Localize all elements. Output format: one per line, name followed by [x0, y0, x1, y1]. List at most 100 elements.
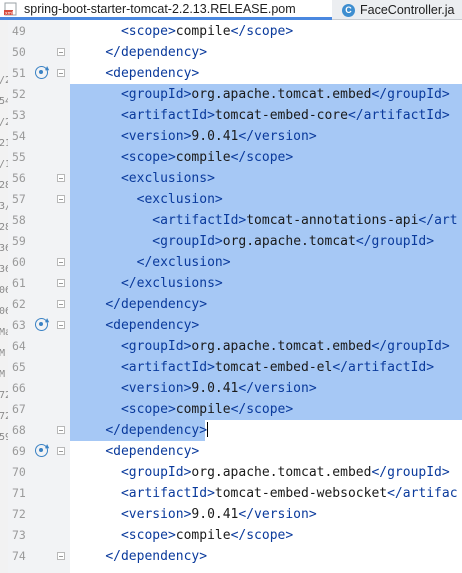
xml-tag-token: >: [191, 66, 200, 81]
code-editor[interactable]: <scope>compile</scope> </dependency> <depe…: [70, 20, 462, 573]
override-marker-icon[interactable]: ▲: [35, 316, 49, 331]
code-line[interactable]: <artifactId>tomcat-embed-core</artifactI…: [70, 105, 462, 126]
code-line[interactable]: <version>9.0.41</version>: [70, 378, 462, 399]
xml-tag-token: </: [355, 234, 372, 249]
line-number: 70: [12, 465, 26, 479]
fold-toggle-icon[interactable]: [57, 321, 65, 329]
fold-toggle-icon[interactable]: [57, 174, 65, 182]
code-line[interactable]: <artifactId>tomcat-embed-websocket</arti…: [70, 483, 462, 504]
gutter-row: 71: [8, 483, 70, 504]
xml-tag-token: groupId: [371, 234, 427, 249]
gutter-row: 57: [8, 189, 70, 210]
line-number: 54: [12, 129, 26, 143]
code-line[interactable]: <version>9.0.41</version>: [70, 126, 462, 147]
code-line[interactable]: <scope>compile</scope>: [70, 21, 462, 42]
tab-pom-file[interactable]: xml spring-boot-starter-tomcat-2.2.13.RE…: [0, 0, 332, 20]
xml-text-token: tomcat-embed-core: [214, 108, 348, 123]
code-line[interactable]: <scope>compile</scope>: [70, 525, 462, 546]
xml-tag-token: >: [308, 381, 317, 396]
code-line[interactable]: <dependency>: [70, 441, 462, 462]
xml-tag-token: >: [207, 360, 215, 375]
xml-tag-token: </: [371, 87, 388, 102]
fold-toggle-icon[interactable]: [57, 195, 65, 203]
xml-tag-token: >: [207, 171, 215, 186]
tab-face-controller[interactable]: C FaceController.ja: [336, 0, 462, 20]
xml-tag-token: groupId: [387, 339, 442, 354]
xml-tag-token: <: [120, 465, 129, 480]
xml-tag-token: scope: [128, 402, 168, 417]
gutter-row: 59: [8, 231, 70, 252]
xml-tag-token: artifactId: [128, 360, 208, 375]
xml-tag-token: art: [434, 213, 458, 228]
xml-tag-token: <: [120, 381, 129, 396]
xml-tag-token: <: [105, 318, 114, 333]
code-line[interactable]: <version>9.0.41</version>: [70, 504, 462, 525]
xml-tag-token: dependency: [113, 444, 192, 459]
fold-toggle-icon[interactable]: [57, 552, 65, 560]
code-line[interactable]: <groupId>org.apache.tomcat.embed</groupI…: [70, 336, 462, 357]
left-panel-fragment-text: 36: [0, 264, 8, 275]
code-line[interactable]: <dependency>: [70, 315, 462, 336]
xml-tag-token: dependency: [120, 297, 200, 312]
line-number: 67: [12, 402, 26, 416]
left-panel-fragment-text: 06: [0, 306, 8, 317]
code-line[interactable]: <dependency>: [70, 63, 462, 84]
xml-tag-token: scope: [246, 402, 286, 417]
xml-tag-token: >: [426, 360, 435, 375]
code-line[interactable]: </exclusions>: [70, 273, 462, 294]
code-text: </dependency>: [105, 42, 207, 63]
xml-tag-token: exclusion: [152, 255, 223, 270]
code-text: <dependency>: [105, 315, 199, 336]
code-line[interactable]: <groupId>org.apache.tomcat.embed</groupI…: [70, 84, 462, 105]
xml-tag-token: >: [199, 423, 208, 438]
fold-toggle-icon[interactable]: [57, 279, 65, 287]
line-number: 59: [12, 234, 26, 248]
left-panel-fragment-text: /1: [0, 159, 8, 170]
code-line[interactable]: </exclusion>: [70, 252, 462, 273]
xml-tag-token: <: [152, 234, 161, 249]
xml-text-token: 9.0.41: [191, 381, 239, 396]
code-line[interactable]: <groupId>org.apache.tomcat.embed</groupI…: [70, 462, 462, 483]
xml-tag-token: >: [214, 276, 223, 291]
code-line[interactable]: <scope>compile</scope>: [70, 147, 462, 168]
override-marker-icon[interactable]: ▲: [35, 64, 49, 79]
xml-tag-token: scope: [246, 150, 286, 165]
code-line[interactable]: </dependency>: [70, 546, 462, 567]
line-number: 61: [12, 276, 26, 290]
gutter-row: 64: [8, 336, 70, 357]
tab-face-controller-label: FaceController.ja: [360, 3, 455, 17]
fold-toggle-icon[interactable]: [57, 447, 65, 455]
xml-tag-token: </: [371, 465, 388, 480]
xml-tag-token: groupId: [387, 87, 442, 102]
code-line[interactable]: <artifactId>tomcat-annotations-api</art: [70, 210, 462, 231]
xml-tag-token: </: [120, 276, 137, 291]
fold-toggle-icon[interactable]: [57, 48, 65, 56]
fold-toggle-icon[interactable]: [57, 69, 65, 77]
code-line[interactable]: <artifactId>tomcat-embed-el</artifactId>: [70, 357, 462, 378]
gutter-row: 49: [8, 21, 70, 42]
text-caret: [207, 422, 209, 437]
code-text: </dependency>: [105, 546, 207, 567]
xml-tag-token: groupId: [160, 234, 215, 249]
fold-toggle-icon[interactable]: [57, 258, 65, 266]
xml-tag-token: >: [285, 24, 294, 39]
left-panel-fragment-text: 3/: [0, 201, 8, 212]
code-line[interactable]: <exclusion>: [70, 189, 462, 210]
code-line[interactable]: </dependency>: [70, 420, 209, 441]
fold-toggle-icon[interactable]: [57, 300, 65, 308]
xml-tag-token: >: [167, 528, 176, 543]
code-line[interactable]: <exclusions>: [70, 168, 462, 189]
gutter-row: 62: [8, 294, 70, 315]
code-line[interactable]: </dependency>: [70, 42, 462, 63]
code-text: <exclusions>: [121, 168, 215, 189]
code-line[interactable]: <scope>compile</scope>: [70, 399, 462, 420]
xml-tag-token: artifactId: [128, 486, 208, 501]
code-text: <artifactId>tomcat-annotations-api</art: [152, 210, 457, 231]
code-text: <scope>compile</scope>: [121, 21, 293, 42]
xml-tag-token: scope: [246, 24, 286, 39]
fold-toggle-icon[interactable]: [57, 426, 65, 434]
code-line[interactable]: <groupId>org.apache.tomcat</groupId>: [70, 231, 462, 252]
override-marker-icon[interactable]: ▲: [35, 442, 49, 457]
gutter-row: 60: [8, 252, 70, 273]
code-line[interactable]: </dependency>: [70, 294, 462, 315]
